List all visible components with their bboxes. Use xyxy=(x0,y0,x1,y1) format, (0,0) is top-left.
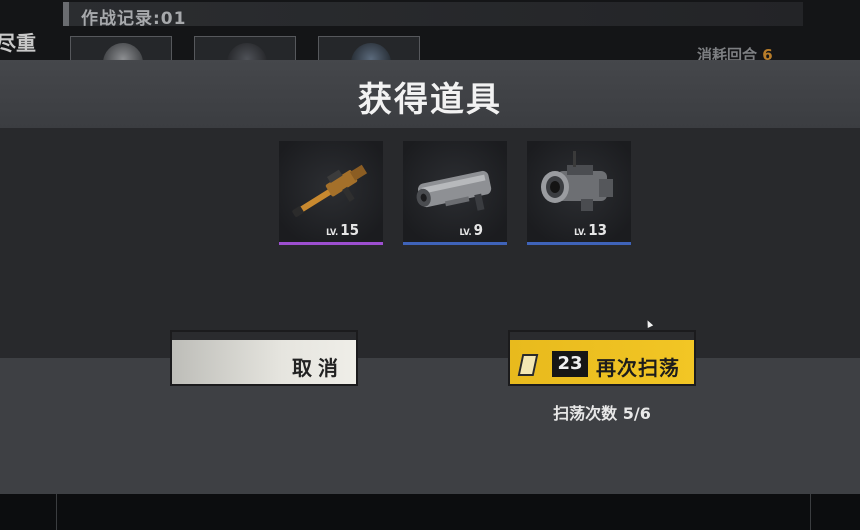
sweep-again-button[interactable]: 23 再次扫荡 xyxy=(508,330,696,386)
reward-item[interactable]: LV. 9 xyxy=(403,141,507,245)
rarity-bar xyxy=(279,242,383,245)
character-portrait xyxy=(194,36,296,60)
sweep-ticket-count: 23 xyxy=(552,351,588,377)
cancel-button[interactable]: 取消 xyxy=(170,330,358,386)
battle-record-bar: 作战记录:01 xyxy=(63,2,803,29)
reward-item[interactable]: LV. 13 xyxy=(527,141,631,245)
heavy-gun-icon xyxy=(416,170,492,211)
sweep-ticket-icon xyxy=(517,354,539,376)
battle-record-label: 作战记录:01 xyxy=(81,9,187,29)
character-portrait xyxy=(318,36,420,60)
item-level: LV. 13 xyxy=(574,221,607,239)
sweep-again-label: 再次扫荡 xyxy=(596,356,680,380)
rarity-bar xyxy=(403,242,507,245)
action-area xyxy=(0,358,860,494)
reward-item[interactable]: LV. 15 xyxy=(279,141,383,245)
item-obtained-modal: 获得道具 xyxy=(0,60,860,494)
frame-divider xyxy=(56,494,57,530)
item-level: LV. 15 xyxy=(326,221,359,239)
character-portrait xyxy=(70,36,172,60)
cancel-button-label: 取消 xyxy=(292,356,344,380)
sweep-count-text: 扫荡次数 5/6 xyxy=(553,404,651,423)
button-header-strip xyxy=(510,332,694,340)
item-level: LV. 9 xyxy=(459,221,484,239)
frame-divider xyxy=(810,494,811,530)
modal-title: 获得道具 xyxy=(358,80,502,120)
background-left-text: 尽重 xyxy=(0,31,36,55)
button-header-strip xyxy=(172,332,356,340)
rarity-bar xyxy=(527,242,631,245)
modal-header: 获得道具 xyxy=(0,60,860,129)
